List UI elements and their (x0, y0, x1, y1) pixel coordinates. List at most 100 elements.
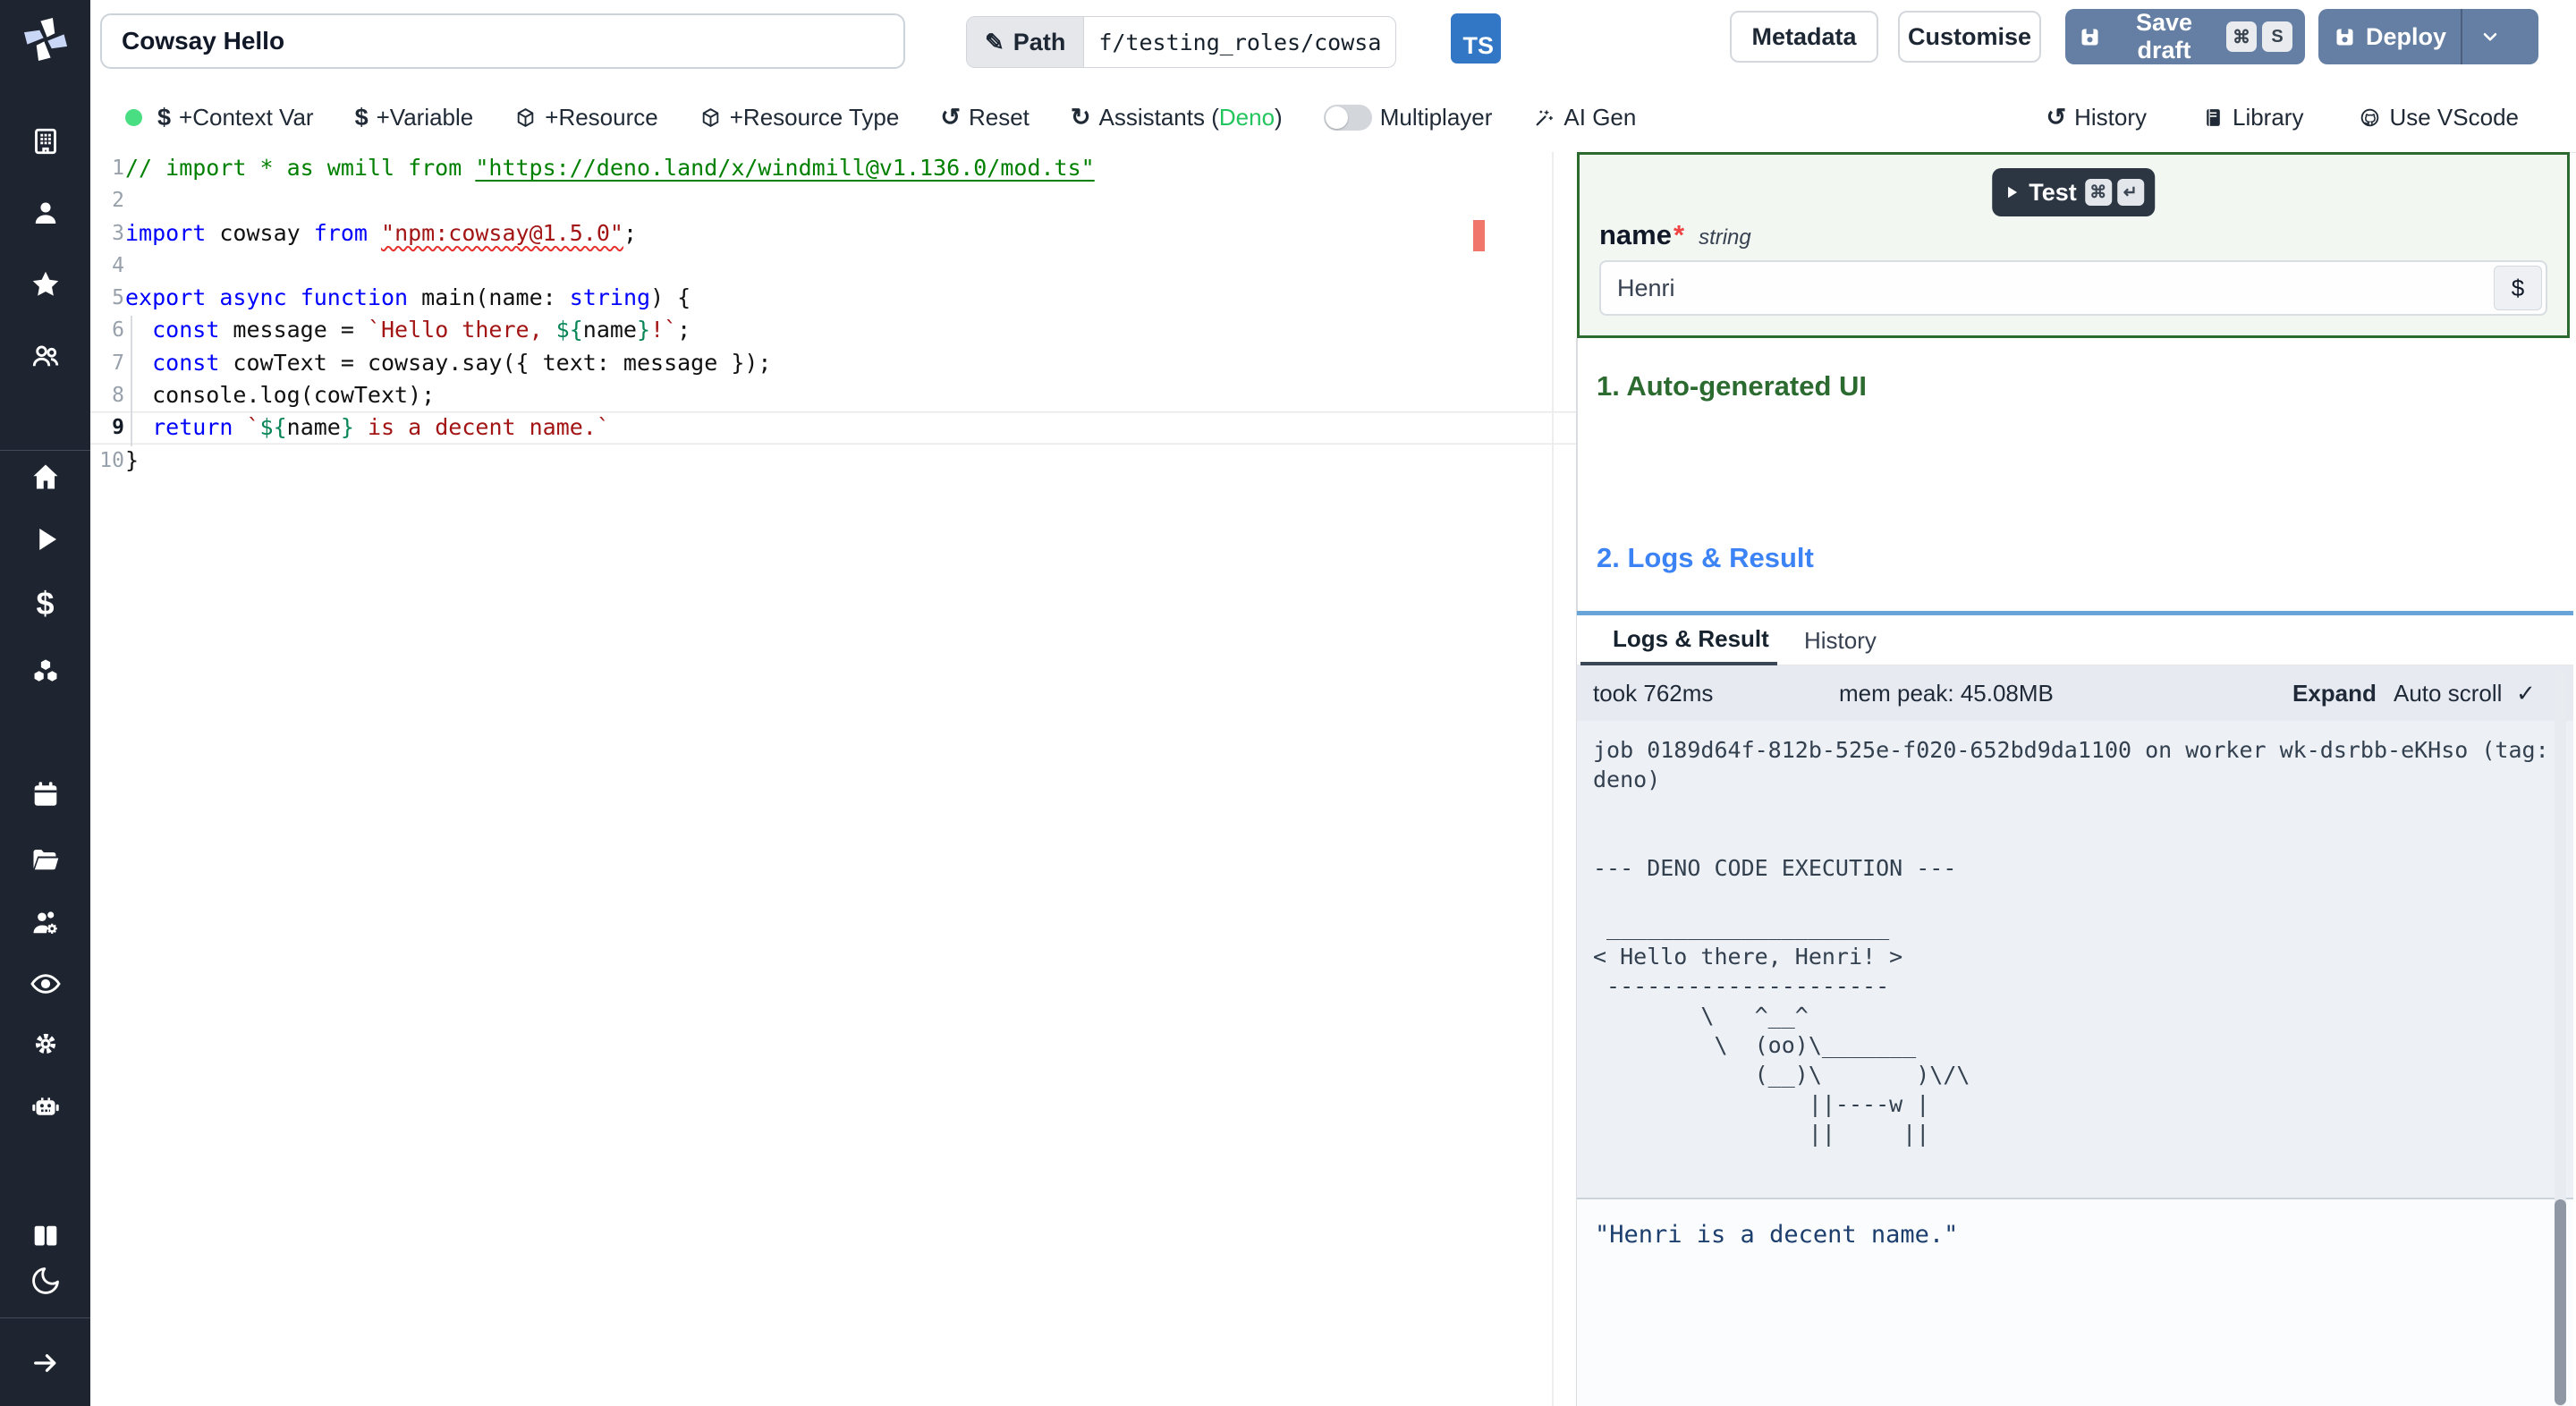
reset-button[interactable]: ↺ Reset (940, 104, 1030, 131)
line-number: 8 (112, 384, 124, 408)
line-number: 6 (112, 318, 124, 343)
result-value: "Henri is a decent name." (1595, 1221, 1959, 1249)
insert-variable-button[interactable]: $ (2494, 266, 2542, 310)
sidebar-audit-logs-eye-icon[interactable] (0, 957, 90, 1011)
field-name: name (1599, 219, 1672, 250)
tab-history[interactable]: History (1804, 615, 1911, 665)
cube-icon (514, 106, 537, 129)
add-resource-type-button[interactable]: +Resource Type (699, 103, 900, 131)
toolbar-item-label: Multiplayer (1379, 103, 1493, 131)
library-icon (2202, 106, 2224, 129)
chevron-down-icon (2479, 25, 2502, 48)
path-group: ✎ Path f/testing_roles/cowsa (966, 16, 1397, 68)
error-marker (1473, 220, 1485, 251)
name-input[interactable]: Henri $ (1599, 260, 2547, 316)
line-number: 1 (112, 157, 124, 180)
refresh-icon: ↻ (1070, 103, 1091, 131)
github-icon (2359, 106, 2381, 129)
add-variable-button[interactable]: $ +Variable (355, 104, 474, 131)
ai-gen-button[interactable]: AI Gen (1533, 104, 1636, 131)
check-icon: ✓ (2516, 680, 2536, 707)
code-line: 6 const message = `Hello there, ${name}!… (90, 314, 1577, 346)
code-line: 2 (90, 184, 1577, 216)
path-button[interactable]: ✎ Path (967, 17, 1085, 67)
result-area[interactable]: "Henri is a decent name." (1577, 1198, 2573, 1406)
toggle-switch[interactable] (1323, 104, 1372, 131)
sidebar-groups-admin-icon[interactable] (0, 896, 90, 950)
save-draft-button[interactable]: Save draft ⌘ S (2065, 9, 2305, 64)
sidebar-variables-dollar-icon[interactable]: $ (0, 577, 90, 631)
line-number: 2 (112, 189, 124, 213)
sidebar-dark-mode-moon-icon[interactable] (0, 1254, 90, 1308)
history-button[interactable]: ↺ History (2046, 104, 2147, 131)
expand-button[interactable]: Expand (2292, 665, 2377, 721)
pencil-icon: ✎ (985, 28, 1004, 55)
add-context-var-button[interactable]: $ +Context Var (157, 104, 314, 131)
line-number: 3 (112, 221, 124, 245)
sidebar-workspace-building-icon[interactable] (0, 114, 90, 168)
deploy-icon (2333, 25, 2357, 49)
deploy-dropdown-button[interactable] (2462, 9, 2518, 64)
sidebar-workers-robot-icon[interactable] (0, 1080, 90, 1133)
test-button[interactable]: Test ⌘ ↵ (1992, 168, 2155, 216)
code-line: 9 return `${name} is a decent name.` (90, 411, 1577, 444)
reset-icon: ↺ (940, 103, 961, 131)
use-vscode-button[interactable]: Use VScode (2359, 104, 2519, 131)
sidebar-favorites-star-icon[interactable] (0, 258, 90, 311)
typescript-badge: TS (1451, 13, 1501, 64)
sidebar-folders-icon[interactable] (0, 834, 90, 887)
windmill-logo[interactable] (0, 0, 90, 79)
toolbar-item-label: +Resource (545, 103, 658, 131)
cube-icon (699, 106, 722, 129)
left-sidebar: $ (0, 0, 90, 1406)
sidebar-groups-icon[interactable] (0, 329, 90, 383)
toolbar-item-label: Assistants (Deno) (1098, 103, 1283, 131)
toolbar-item-label: History (2074, 103, 2147, 131)
deploy-label: Deploy (2366, 22, 2447, 50)
sidebar-collapse-arrow-icon[interactable] (0, 1336, 90, 1390)
assistants-button[interactable]: ↻ Assistants (Deno) (1071, 104, 1283, 131)
toolbar-item-label: AI Gen (1563, 103, 1637, 131)
tab-logs-result[interactable]: Logs & Result (1580, 615, 1777, 665)
logs-tabs: Logs & Result History (1577, 615, 2573, 665)
dollar-icon: $ (354, 103, 369, 131)
status-dot (125, 109, 142, 126)
deploy-button[interactable]: Deploy (2318, 9, 2538, 64)
toolbar-item-label: +Resource Type (729, 103, 900, 131)
editor-scroll-edge (1552, 152, 1554, 1406)
sidebar-resources-cubes-icon[interactable] (0, 646, 90, 699)
job-log-output[interactable]: job 0189d64f-812b-525e-f020-652bd9da1100… (1577, 721, 2573, 1198)
name-input-value: Henri (1617, 275, 1675, 301)
library-button[interactable]: Library (2202, 104, 2303, 131)
sidebar-runs-play-icon[interactable] (0, 512, 90, 566)
script-title-input[interactable] (100, 13, 905, 69)
field-label: name * string (1599, 219, 1751, 251)
sidebar-user-icon[interactable] (0, 186, 90, 240)
auto-generated-ui-heading: 1. Auto-generated UI (1597, 370, 1867, 402)
multiplayer-toggle[interactable]: Multiplayer (1323, 103, 1493, 131)
path-value-input[interactable]: f/testing_roles/cowsa (1084, 17, 1395, 67)
test-label: Test (2029, 178, 2077, 206)
required-asterisk: * (1673, 219, 1685, 250)
save-icon (2078, 25, 2102, 49)
scrollbar-thumb[interactable] (2555, 1199, 2566, 1405)
play-icon (2003, 183, 2021, 201)
sidebar-schedules-calendar-icon[interactable] (0, 767, 90, 821)
top-bar: ✎ Path f/testing_roles/cowsa TS Metadata… (90, 0, 2576, 82)
history-icon: ↺ (2046, 103, 2067, 131)
sidebar-settings-gear-icon[interactable] (0, 1017, 90, 1071)
code-line: 8 console.log(cowText); (90, 379, 1577, 411)
customise-button[interactable]: Customise (1898, 11, 2041, 63)
code-editor[interactable]: 1// import * as wmill from "https://deno… (90, 152, 1577, 1406)
toolbar-item-label: +Variable (376, 103, 474, 131)
key-chip: ⌘ (2226, 21, 2257, 52)
metadata-button[interactable]: Metadata (1730, 11, 1878, 63)
add-resource-button[interactable]: +Resource (514, 103, 658, 131)
autoscroll-toggle[interactable]: Auto scroll (2394, 665, 2502, 721)
toolbar-item-label: Reset (968, 103, 1030, 131)
mem-peak: mem peak: 45.08MB (1839, 680, 2054, 707)
save-draft-label: Save draft (2135, 9, 2193, 64)
key-chip: ↵ (2116, 179, 2144, 206)
sidebar-home-icon[interactable] (0, 450, 90, 504)
line-number: 9 (112, 416, 124, 440)
